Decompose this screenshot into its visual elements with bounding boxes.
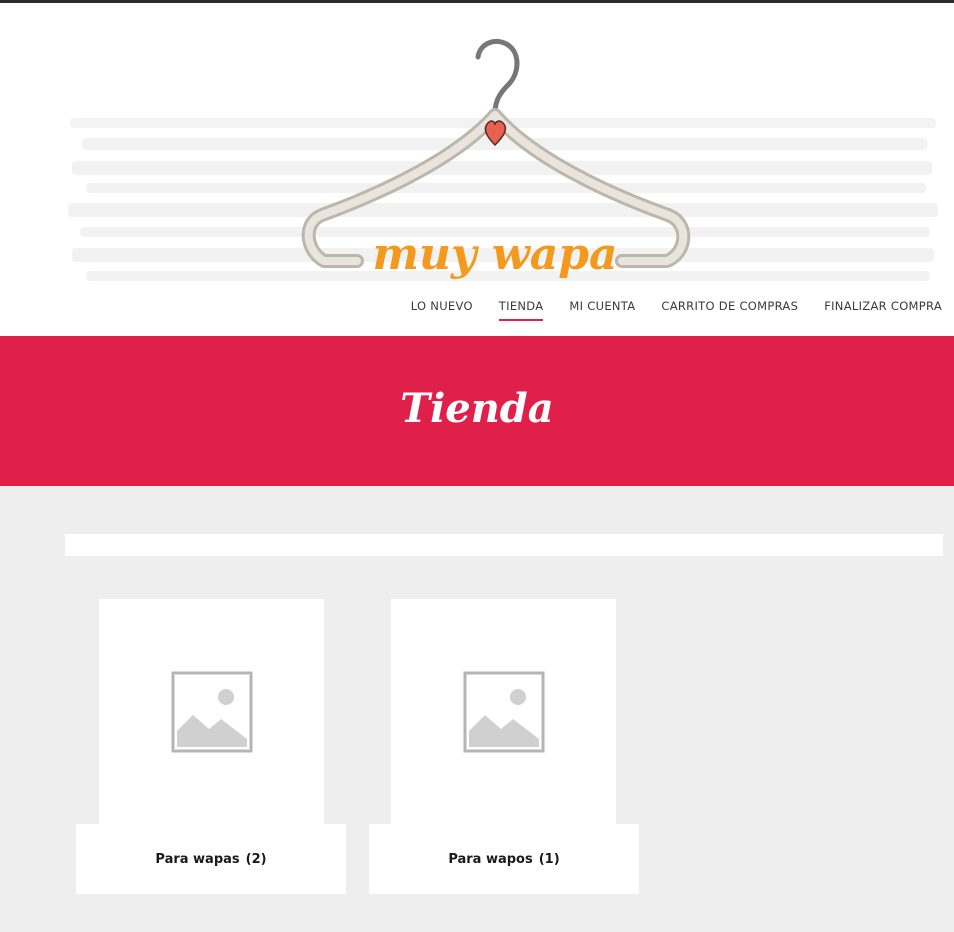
- category-label[interactable]: Para wapos (1): [369, 824, 639, 894]
- nav-item-mi-cuenta[interactable]: MI CUENTA: [556, 299, 648, 313]
- image-placeholder-icon: [171, 671, 252, 753]
- nav-item-tienda[interactable]: TIENDA: [486, 299, 557, 321]
- category-image[interactable]: [99, 599, 324, 825]
- shop-notice-bar: [65, 534, 943, 556]
- category-image[interactable]: [391, 599, 616, 825]
- page-banner: Tienda: [0, 336, 954, 486]
- nav-item-finalizar-compra[interactable]: FINALIZAR COMPRA: [811, 299, 942, 313]
- image-placeholder-icon: [463, 671, 544, 753]
- main-nav: LO NUEVO TIENDA MI CUENTA CARRITO DE COM…: [398, 299, 942, 321]
- hanger-logo-icon: muy wapa: [68, 39, 938, 281]
- category-name: Para wapas: [155, 851, 240, 867]
- category-count: (1): [538, 851, 560, 867]
- category-label[interactable]: Para wapas (2): [76, 824, 346, 894]
- nav-item-lo-nuevo[interactable]: LO NUEVO: [398, 299, 486, 313]
- category-count: (2): [245, 851, 267, 867]
- category-name: Para wapos: [448, 851, 533, 867]
- nav-item-carrito[interactable]: CARRITO DE COMPRAS: [648, 299, 811, 313]
- site-logo[interactable]: muy wapa: [62, 23, 944, 305]
- svg-text:muy wapa: muy wapa: [372, 229, 617, 280]
- site-header: muy wapa LO NUEVO TIENDA MI CUENTA CARRI…: [0, 3, 954, 336]
- page-title: Tienda: [400, 384, 554, 432]
